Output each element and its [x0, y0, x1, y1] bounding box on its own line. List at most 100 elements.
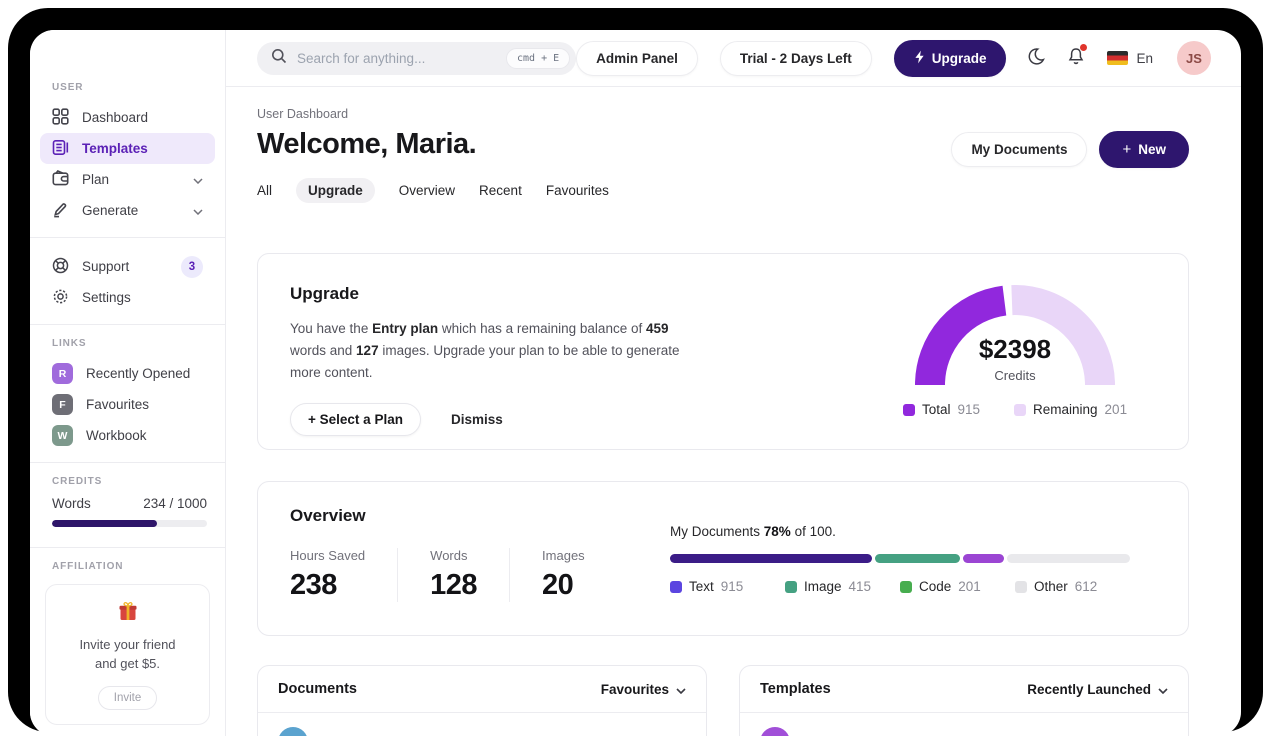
link-badge-f: F [52, 394, 73, 415]
document-name: Untitled Document [322, 734, 446, 736]
sidebar-item-generate[interactable]: Generate [40, 195, 215, 226]
credits-words-label: Words [52, 496, 91, 511]
sidebar-section-links: LINKS [52, 338, 87, 349]
gear-icon [52, 288, 69, 308]
sidebar-section-user: USER [52, 82, 84, 93]
search-input[interactable]: Search for anything... cmd + E [257, 41, 577, 75]
dismiss-button[interactable]: Dismiss [451, 412, 503, 427]
breadcrumb: User Dashboard [257, 107, 349, 121]
sidebar-item-label: Generate [82, 203, 139, 218]
chevron-down-icon [193, 172, 203, 187]
language-selector[interactable]: En [1107, 51, 1153, 66]
upgrade-button[interactable]: Upgrade [893, 39, 1007, 77]
sidebar-item-templates[interactable]: Templates [40, 133, 215, 164]
overview-card-title: Overview [290, 506, 366, 525]
window-frame: USER Dashboard Templates Plan Generate S… [8, 8, 1263, 736]
sidebar-item-label: Templates [82, 141, 148, 156]
trial-badge-button[interactable]: Trial - 2 Days Left [719, 40, 872, 76]
search-icon [271, 48, 287, 69]
search-placeholder: Search for anything... [297, 50, 426, 66]
my-documents-button[interactable]: My Documents [951, 132, 1088, 167]
sidebar-link-recently-opened[interactable]: R Recently Opened [40, 358, 215, 389]
search-shortcut-badge: cmd + E [506, 47, 571, 69]
sidebar-item-label: Support [82, 259, 130, 274]
legend-other: Other 612 [1015, 579, 1130, 594]
tab-all[interactable]: All [257, 178, 272, 203]
documents-filter-dropdown[interactable]: Favourites [601, 682, 686, 697]
segment-other [1006, 554, 1130, 563]
legend-text: Text 915 [670, 579, 785, 594]
template-avatar [760, 727, 790, 736]
tab-bar: All Upgrade Overview Recent Favourites [257, 178, 1189, 203]
tab-recent[interactable]: Recent [479, 178, 522, 203]
german-flag-icon [1107, 51, 1129, 65]
legend-swatch [900, 580, 912, 593]
templates-filter-dropdown[interactable]: Recently Launched [1027, 682, 1168, 697]
topbar: Search for anything... cmd + E Admin Pan… [226, 30, 1241, 87]
tab-upgrade[interactable]: Upgrade [296, 178, 375, 203]
stat-hours-saved: Hours Saved 238 [290, 548, 399, 602]
upgrade-card-body: You have the Entry plan which has a rema… [290, 321, 680, 380]
credits-progress-fill [52, 520, 158, 527]
stat-words: Words 128 [430, 548, 511, 602]
documents-card-title: Documents [278, 681, 357, 697]
sidebar-section-affiliation: AFFILIATION [52, 561, 124, 572]
legend-swatch [1014, 403, 1026, 416]
sidebar-item-settings[interactable]: Settings [40, 282, 215, 313]
tab-favourites[interactable]: Favourites [546, 178, 609, 203]
bar-legend: Text 915 Image 415 Code 201 Other 612 [670, 579, 1130, 594]
gauge-value: $2398 [978, 334, 1052, 364]
sidebar-section-credits: CREDITS [52, 476, 103, 487]
invite-button[interactable]: Invite [97, 685, 158, 710]
pencil-icon [52, 201, 69, 221]
sidebar-divider [30, 547, 225, 548]
legend-swatch [670, 580, 682, 593]
template-row[interactable]: Blog Post Title in Workbook [740, 713, 1188, 736]
sidebar-item-support[interactable]: Support 3 [40, 251, 215, 282]
document-location: in Workbook [614, 735, 686, 737]
tab-overview[interactable]: Overview [399, 178, 455, 203]
chevron-down-icon [193, 203, 203, 218]
notification-dot [1080, 44, 1088, 51]
sidebar-item-plan[interactable]: Plan [40, 164, 215, 195]
legend-remaining: Remaining 201 [1014, 402, 1127, 417]
sidebar-link-workbook[interactable]: W Workbook [40, 420, 215, 451]
lightning-icon [914, 50, 925, 67]
support-count-badge: 3 [181, 255, 203, 278]
sidebar-link-label: Workbook [86, 428, 147, 443]
progress-label: My Documents 78% of 100. [670, 524, 836, 539]
sidebar-divider [30, 462, 225, 463]
link-badge-w: W [52, 425, 73, 446]
legend-image: Image 415 [785, 579, 900, 594]
sidebar-link-favourites[interactable]: F Favourites [40, 389, 215, 420]
document-row[interactable]: Untitled Document in Workbook [258, 713, 706, 736]
sidebar-link-label: Favourites [86, 397, 150, 412]
user-avatar[interactable]: JS [1177, 41, 1211, 75]
grid-icon [52, 107, 69, 128]
sidebar-item-dashboard[interactable]: Dashboard [40, 102, 215, 133]
plus-icon: + [1122, 141, 1132, 158]
upgrade-button-label: Upgrade [931, 50, 987, 66]
new-button[interactable]: + New [1099, 131, 1189, 168]
gift-icon [117, 602, 139, 627]
link-badge-r: R [52, 363, 73, 384]
affiliation-text-line2: and get $5. [94, 655, 161, 671]
moon-icon [1026, 47, 1046, 69]
stat-images: Images 20 [542, 548, 585, 601]
wallet-icon [52, 169, 69, 190]
admin-panel-button[interactable]: Admin Panel [576, 40, 698, 76]
overview-card: Overview Hours Saved 238 Words 128 Image… [257, 481, 1189, 636]
documents-card: Documents Favourites Untitled Document i… [257, 665, 707, 736]
chevron-down-icon [1158, 682, 1168, 697]
templates-card-title: Templates [760, 681, 831, 697]
language-label: En [1136, 50, 1153, 66]
template-location: in Workbook [1096, 735, 1168, 737]
select-plan-button[interactable]: + Select a Plan [290, 402, 421, 436]
legend-swatch [902, 403, 915, 416]
dark-mode-toggle[interactable] [1026, 47, 1046, 69]
legend-code: Code 201 [900, 579, 1015, 594]
main-content: User Dashboard Welcome, Maria. My Docume… [226, 87, 1241, 736]
chevron-down-icon [676, 682, 686, 697]
notifications-button[interactable] [1067, 44, 1088, 69]
sidebar-item-label: Plan [82, 172, 110, 187]
